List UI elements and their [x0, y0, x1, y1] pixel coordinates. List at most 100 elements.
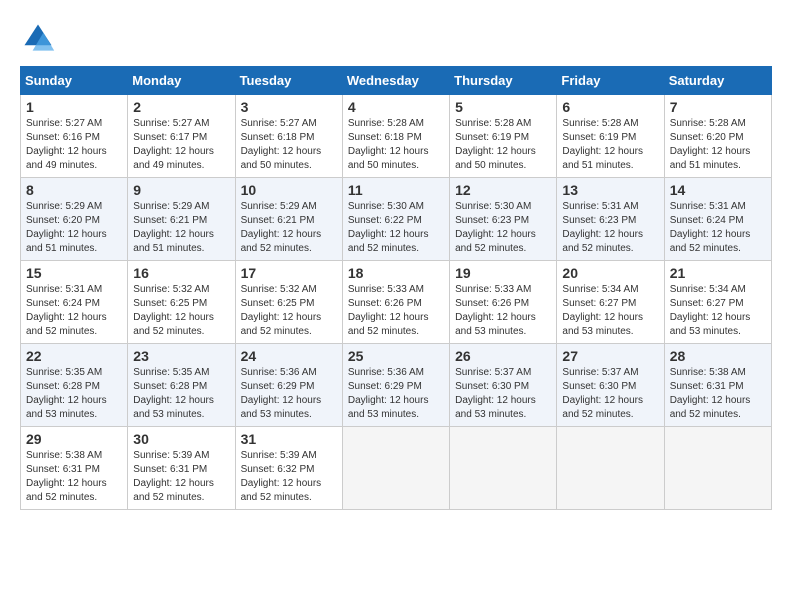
calendar-cell: 10 Sunrise: 5:29 AM Sunset: 6:21 PM Dayl…: [235, 178, 342, 261]
day-number: 13: [562, 182, 658, 198]
calendar-cell: 13 Sunrise: 5:31 AM Sunset: 6:23 PM Dayl…: [557, 178, 664, 261]
calendar-table: SundayMondayTuesdayWednesdayThursdayFrid…: [20, 66, 772, 510]
day-info: Sunrise: 5:38 AM Sunset: 6:31 PM Dayligh…: [670, 366, 766, 422]
day-info: Sunrise: 5:39 AM Sunset: 6:31 PM Dayligh…: [133, 449, 229, 505]
calendar-cell: 22 Sunrise: 5:35 AM Sunset: 6:28 PM Dayl…: [21, 344, 128, 427]
calendar-cell: 3 Sunrise: 5:27 AM Sunset: 6:18 PM Dayli…: [235, 95, 342, 178]
day-info: Sunrise: 5:39 AM Sunset: 6:32 PM Dayligh…: [241, 449, 337, 505]
day-number: 3: [241, 99, 337, 115]
header-row: SundayMondayTuesdayWednesdayThursdayFrid…: [21, 67, 772, 95]
day-info: Sunrise: 5:37 AM Sunset: 6:30 PM Dayligh…: [562, 366, 658, 422]
calendar-cell: [557, 427, 664, 510]
calendar-cell: 20 Sunrise: 5:34 AM Sunset: 6:27 PM Dayl…: [557, 261, 664, 344]
day-info: Sunrise: 5:38 AM Sunset: 6:31 PM Dayligh…: [26, 449, 122, 505]
day-info: Sunrise: 5:28 AM Sunset: 6:19 PM Dayligh…: [455, 117, 551, 173]
calendar-cell: 31 Sunrise: 5:39 AM Sunset: 6:32 PM Dayl…: [235, 427, 342, 510]
calendar-cell: 24 Sunrise: 5:36 AM Sunset: 6:29 PM Dayl…: [235, 344, 342, 427]
calendar-cell: 2 Sunrise: 5:27 AM Sunset: 6:17 PM Dayli…: [128, 95, 235, 178]
day-info: Sunrise: 5:29 AM Sunset: 6:21 PM Dayligh…: [241, 200, 337, 256]
calendar-week-3: 15 Sunrise: 5:31 AM Sunset: 6:24 PM Dayl…: [21, 261, 772, 344]
calendar-cell: [664, 427, 771, 510]
day-info: Sunrise: 5:35 AM Sunset: 6:28 PM Dayligh…: [26, 366, 122, 422]
day-info: Sunrise: 5:32 AM Sunset: 6:25 PM Dayligh…: [133, 283, 229, 339]
day-info: Sunrise: 5:30 AM Sunset: 6:23 PM Dayligh…: [455, 200, 551, 256]
day-number: 31: [241, 431, 337, 447]
day-info: Sunrise: 5:29 AM Sunset: 6:21 PM Dayligh…: [133, 200, 229, 256]
column-header-friday: Friday: [557, 67, 664, 95]
day-number: 27: [562, 348, 658, 364]
calendar-cell: 28 Sunrise: 5:38 AM Sunset: 6:31 PM Dayl…: [664, 344, 771, 427]
calendar-week-2: 8 Sunrise: 5:29 AM Sunset: 6:20 PM Dayli…: [21, 178, 772, 261]
calendar-week-5: 29 Sunrise: 5:38 AM Sunset: 6:31 PM Dayl…: [21, 427, 772, 510]
day-info: Sunrise: 5:27 AM Sunset: 6:17 PM Dayligh…: [133, 117, 229, 173]
calendar-cell: 6 Sunrise: 5:28 AM Sunset: 6:19 PM Dayli…: [557, 95, 664, 178]
day-info: Sunrise: 5:27 AM Sunset: 6:18 PM Dayligh…: [241, 117, 337, 173]
day-number: 6: [562, 99, 658, 115]
calendar-cell: 25 Sunrise: 5:36 AM Sunset: 6:29 PM Dayl…: [342, 344, 449, 427]
day-number: 21: [670, 265, 766, 281]
day-info: Sunrise: 5:34 AM Sunset: 6:27 PM Dayligh…: [562, 283, 658, 339]
calendar-cell: 15 Sunrise: 5:31 AM Sunset: 6:24 PM Dayl…: [21, 261, 128, 344]
calendar-cell: 27 Sunrise: 5:37 AM Sunset: 6:30 PM Dayl…: [557, 344, 664, 427]
day-number: 22: [26, 348, 122, 364]
calendar-cell: 5 Sunrise: 5:28 AM Sunset: 6:19 PM Dayli…: [450, 95, 557, 178]
column-header-wednesday: Wednesday: [342, 67, 449, 95]
column-header-saturday: Saturday: [664, 67, 771, 95]
page-header: [20, 20, 772, 56]
day-info: Sunrise: 5:35 AM Sunset: 6:28 PM Dayligh…: [133, 366, 229, 422]
day-number: 24: [241, 348, 337, 364]
day-number: 14: [670, 182, 766, 198]
day-number: 25: [348, 348, 444, 364]
column-header-monday: Monday: [128, 67, 235, 95]
day-number: 15: [26, 265, 122, 281]
day-number: 2: [133, 99, 229, 115]
day-number: 9: [133, 182, 229, 198]
calendar-cell: 30 Sunrise: 5:39 AM Sunset: 6:31 PM Dayl…: [128, 427, 235, 510]
day-number: 28: [670, 348, 766, 364]
calendar-cell: [450, 427, 557, 510]
day-info: Sunrise: 5:28 AM Sunset: 6:19 PM Dayligh…: [562, 117, 658, 173]
day-number: 23: [133, 348, 229, 364]
calendar-cell: 17 Sunrise: 5:32 AM Sunset: 6:25 PM Dayl…: [235, 261, 342, 344]
day-number: 20: [562, 265, 658, 281]
day-info: Sunrise: 5:36 AM Sunset: 6:29 PM Dayligh…: [241, 366, 337, 422]
calendar-cell: 26 Sunrise: 5:37 AM Sunset: 6:30 PM Dayl…: [450, 344, 557, 427]
column-header-thursday: Thursday: [450, 67, 557, 95]
calendar-cell: 11 Sunrise: 5:30 AM Sunset: 6:22 PM Dayl…: [342, 178, 449, 261]
calendar-cell: 4 Sunrise: 5:28 AM Sunset: 6:18 PM Dayli…: [342, 95, 449, 178]
calendar-cell: 14 Sunrise: 5:31 AM Sunset: 6:24 PM Dayl…: [664, 178, 771, 261]
calendar-cell: [342, 427, 449, 510]
day-info: Sunrise: 5:37 AM Sunset: 6:30 PM Dayligh…: [455, 366, 551, 422]
calendar-cell: 21 Sunrise: 5:34 AM Sunset: 6:27 PM Dayl…: [664, 261, 771, 344]
day-number: 18: [348, 265, 444, 281]
day-number: 16: [133, 265, 229, 281]
logo: [20, 20, 62, 56]
calendar-cell: 29 Sunrise: 5:38 AM Sunset: 6:31 PM Dayl…: [21, 427, 128, 510]
calendar-cell: 23 Sunrise: 5:35 AM Sunset: 6:28 PM Dayl…: [128, 344, 235, 427]
day-number: 19: [455, 265, 551, 281]
day-info: Sunrise: 5:29 AM Sunset: 6:20 PM Dayligh…: [26, 200, 122, 256]
day-number: 8: [26, 182, 122, 198]
column-header-sunday: Sunday: [21, 67, 128, 95]
day-info: Sunrise: 5:34 AM Sunset: 6:27 PM Dayligh…: [670, 283, 766, 339]
logo-icon: [20, 20, 56, 56]
calendar-cell: 7 Sunrise: 5:28 AM Sunset: 6:20 PM Dayli…: [664, 95, 771, 178]
calendar-cell: 16 Sunrise: 5:32 AM Sunset: 6:25 PM Dayl…: [128, 261, 235, 344]
day-number: 7: [670, 99, 766, 115]
day-number: 30: [133, 431, 229, 447]
day-number: 1: [26, 99, 122, 115]
day-info: Sunrise: 5:33 AM Sunset: 6:26 PM Dayligh…: [455, 283, 551, 339]
day-info: Sunrise: 5:31 AM Sunset: 6:23 PM Dayligh…: [562, 200, 658, 256]
column-header-tuesday: Tuesday: [235, 67, 342, 95]
day-info: Sunrise: 5:32 AM Sunset: 6:25 PM Dayligh…: [241, 283, 337, 339]
day-number: 10: [241, 182, 337, 198]
day-info: Sunrise: 5:27 AM Sunset: 6:16 PM Dayligh…: [26, 117, 122, 173]
day-info: Sunrise: 5:36 AM Sunset: 6:29 PM Dayligh…: [348, 366, 444, 422]
day-number: 26: [455, 348, 551, 364]
day-info: Sunrise: 5:31 AM Sunset: 6:24 PM Dayligh…: [26, 283, 122, 339]
calendar-cell: 1 Sunrise: 5:27 AM Sunset: 6:16 PM Dayli…: [21, 95, 128, 178]
day-info: Sunrise: 5:28 AM Sunset: 6:18 PM Dayligh…: [348, 117, 444, 173]
calendar-cell: 12 Sunrise: 5:30 AM Sunset: 6:23 PM Dayl…: [450, 178, 557, 261]
day-number: 5: [455, 99, 551, 115]
calendar-week-1: 1 Sunrise: 5:27 AM Sunset: 6:16 PM Dayli…: [21, 95, 772, 178]
